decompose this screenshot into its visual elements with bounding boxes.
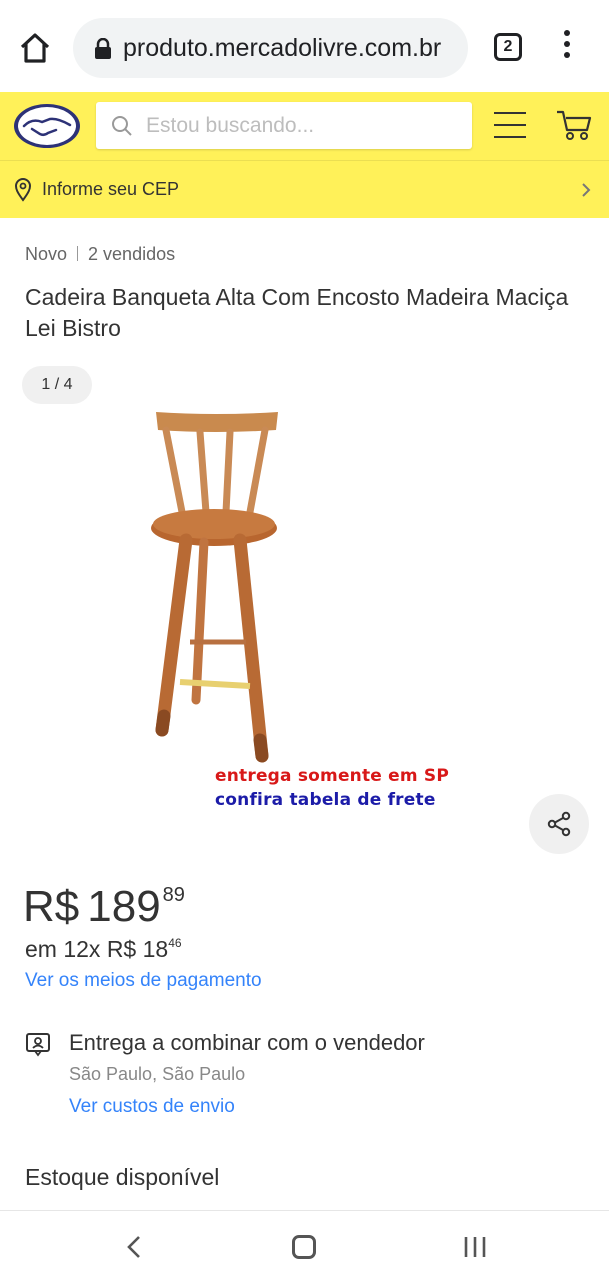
search-icon <box>110 114 134 138</box>
installment-cents: 46 <box>168 936 182 950</box>
recent-apps-icon[interactable] <box>462 1235 488 1259</box>
mercadolivre-logo-icon[interactable] <box>12 102 82 150</box>
share-icon <box>547 811 571 837</box>
payment-methods-link[interactable]: Ver os meios de pagamento <box>25 970 262 992</box>
search-input[interactable] <box>146 102 456 149</box>
address-bar[interactable]: produto.mercadolivre.com.br <box>73 18 468 78</box>
price-currency: R$ <box>23 882 80 931</box>
promo-text-shipping: confira tabela de frete <box>215 790 436 810</box>
share-button[interactable] <box>529 794 589 854</box>
price-amount: 189 <box>87 882 161 931</box>
site-header: Informe seu CEP <box>0 92 609 218</box>
installment-text: em 12x R$ 18 <box>25 936 169 962</box>
chevron-right-icon <box>580 181 592 199</box>
browser-bar: produto.mercadolivre.com.br 2 <box>0 0 609 92</box>
lock-icon <box>93 37 113 60</box>
product-condition: Novo 2 vendidos <box>25 244 175 265</box>
url-text[interactable]: produto.mercadolivre.com.br <box>123 34 468 63</box>
tabs-icon[interactable]: 2 <box>494 33 522 61</box>
system-nav-bar <box>0 1210 609 1280</box>
installments: em 12x R$ 1846 <box>25 936 182 963</box>
image-counter: 1 / 4 <box>22 366 92 404</box>
sold-count: 2 vendidos <box>88 244 176 264</box>
menu-icon[interactable] <box>494 112 526 138</box>
stock-title: Estoque disponível <box>25 1164 220 1190</box>
cep-bar[interactable]: Informe seu CEP <box>0 161 609 218</box>
home-circle-icon[interactable] <box>292 1235 316 1259</box>
price: R$ 189 89 <box>23 882 185 932</box>
shipping-title: Entrega a combinar com o vendedor <box>69 1030 425 1055</box>
product-title: Cadeira Banqueta Alta Com Encosto Madeir… <box>25 284 569 341</box>
more-vert-icon[interactable] <box>559 30 575 66</box>
location-pin-icon <box>14 178 32 202</box>
home-icon[interactable] <box>17 30 53 66</box>
shipping-costs-link[interactable]: Ver custos de envio <box>69 1096 235 1118</box>
delivery-person-icon <box>25 1031 51 1057</box>
search-box[interactable] <box>96 102 472 149</box>
cep-label[interactable]: Informe seu CEP <box>42 179 179 200</box>
shipping-location: São Paulo, São Paulo <box>69 1064 246 1084</box>
condition-label: Novo <box>25 244 68 264</box>
back-icon[interactable] <box>124 1235 144 1259</box>
product-image[interactable] <box>100 400 520 820</box>
promo-text-delivery: entrega somente em SP <box>215 766 450 786</box>
cart-icon[interactable] <box>555 108 593 142</box>
price-cents: 89 <box>162 884 185 906</box>
